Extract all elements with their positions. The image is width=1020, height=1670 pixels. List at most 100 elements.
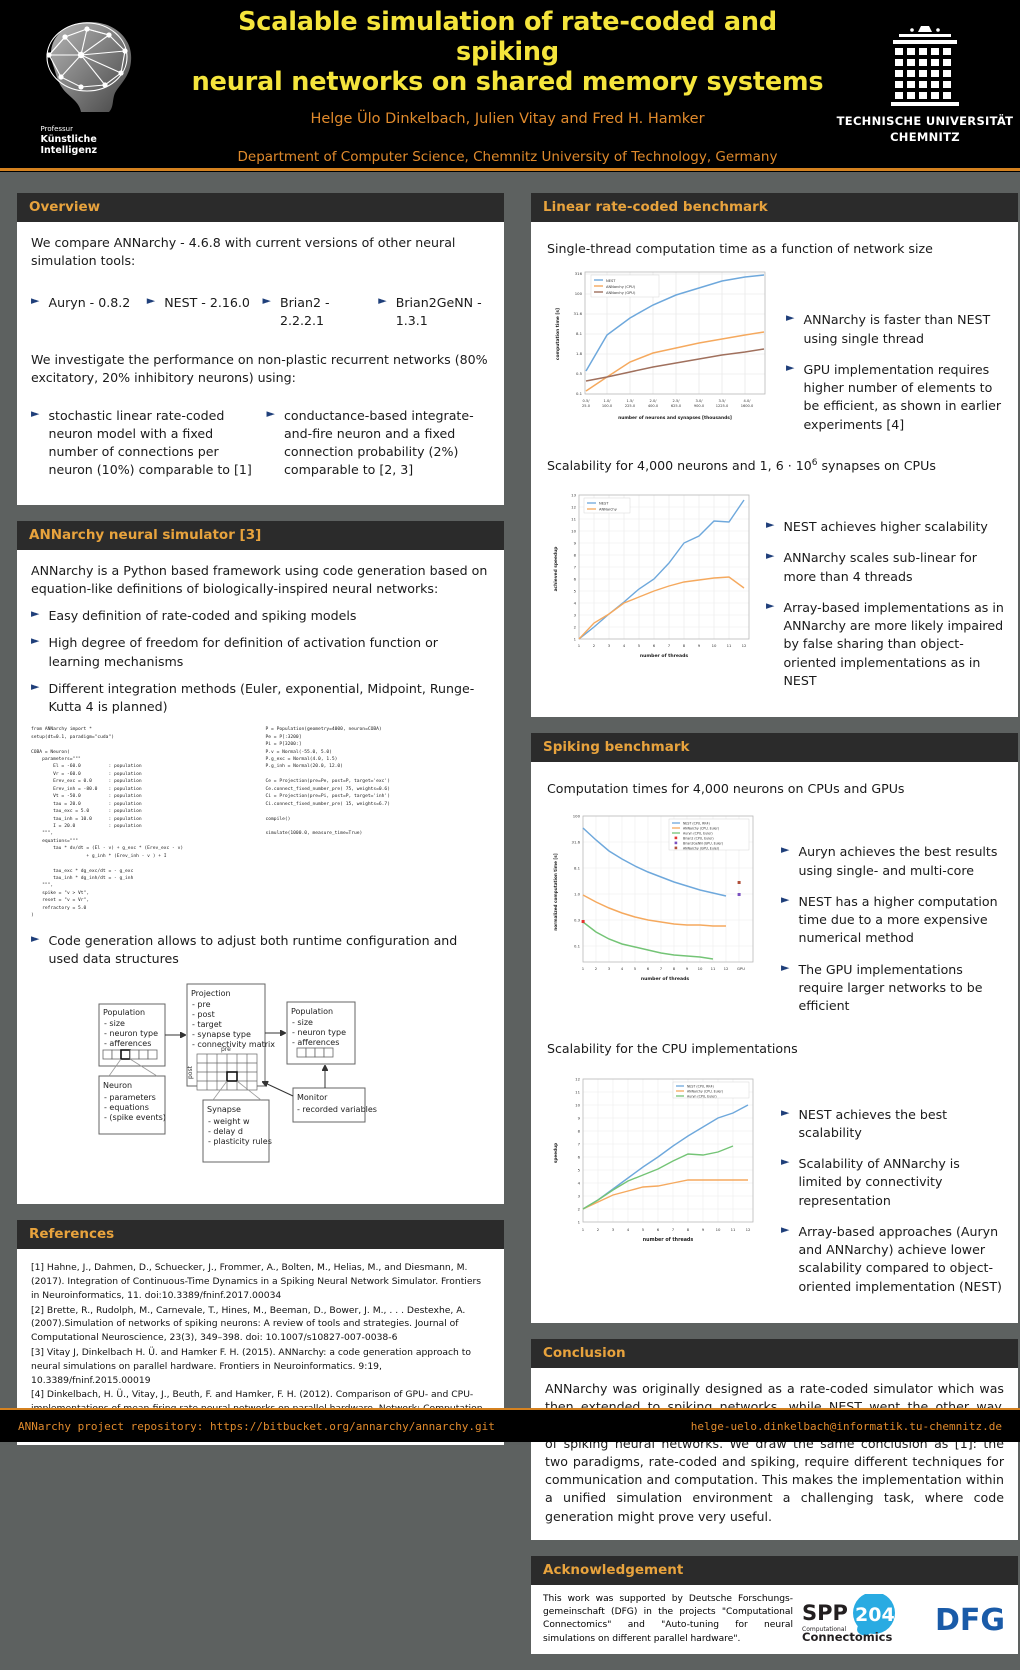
tool-item: ► Auryn - 0.8.2 <box>31 294 143 331</box>
bullet-triangle-icon: ► <box>31 607 40 620</box>
note-label: Array-based implementations as in ANNarc… <box>783 599 1004 688</box>
diagram-neuron-title: Neuron <box>103 1081 132 1090</box>
note-label: Scalability of ANNarchy is limited by co… <box>798 1156 960 1208</box>
svg-text:- plasticity rules: - plasticity rules <box>208 1137 272 1146</box>
svg-text:NEST: NEST <box>599 502 609 506</box>
feature-list: ► Easy definition of rate-coded and spik… <box>31 607 490 716</box>
svg-text:number of threads: number of threads <box>643 1237 694 1243</box>
bullet-triangle-icon: ► <box>766 518 775 532</box>
conclusion-title: Conclusion <box>531 1338 1018 1368</box>
bullet-triangle-icon: ► <box>31 634 40 648</box>
svg-text:- synapse type: - synapse type <box>192 1030 251 1039</box>
svg-text:1.5/: 1.5/ <box>627 399 635 403</box>
svg-text:- neuron type: - neuron type <box>104 1029 158 1038</box>
svg-text:0.1: 0.1 <box>574 944 581 949</box>
bullet-triangle-icon: ► <box>266 406 275 420</box>
repository-url[interactable]: ANNarchy project repository: https://bit… <box>18 1420 495 1433</box>
svg-text:GPU: GPU <box>737 966 745 971</box>
svg-text:3.0/: 3.0/ <box>696 399 704 403</box>
note-label: NEST has a higher computation time due t… <box>798 893 998 946</box>
code-column-right: P = Population(geometry=4000, neuron=COB… <box>265 727 390 837</box>
bullet-triangle-icon: ► <box>766 549 775 563</box>
svg-text:225.0: 225.0 <box>625 404 636 408</box>
references-title: References <box>17 1220 504 1250</box>
svg-text:625.0: 625.0 <box>671 404 682 408</box>
tool-list: ► Auryn - 0.8.2 ► NEST - 2.16.0 ► Brian2… <box>31 285 490 340</box>
svg-text:11: 11 <box>571 517 576 522</box>
ki-logo-caption: Professur Künstliche Intelligenz <box>41 125 145 158</box>
svg-text:10: 10 <box>712 643 717 648</box>
spiking-caption-1: Computation times for 4,000 neurons on C… <box>547 781 905 797</box>
svg-text:316: 316 <box>575 271 583 276</box>
svg-text:1.8: 1.8 <box>576 351 583 356</box>
note-item: ► NEST achieves the best scalability <box>781 1106 1004 1143</box>
linear-caption-2: Scalability for 4,000 neurons and 1, 6 ·… <box>547 457 1004 475</box>
reference-entry: [2] Brette, R., Rudolph, M., Carnevale, … <box>31 1304 466 1344</box>
svg-text:number of threads: number of threads <box>640 653 689 659</box>
page-title: Scalable simulation of rate-coded and sp… <box>191 7 824 97</box>
note-label: ANNarchy scales sub-linear for more than… <box>783 550 977 584</box>
svg-text:- afferences: - afferences <box>104 1039 151 1048</box>
svg-text:31.6: 31.6 <box>572 840 581 845</box>
linear-caption-2-pre: Scalability for 4,000 neurons and 1, 6 ·… <box>547 457 812 473</box>
spp-logo-sub2: Connectomics <box>802 1630 892 1644</box>
spp-2041-logo: SPP 2041 Computational Connectomics <box>802 1594 908 1644</box>
spp-logo-number: 2041 <box>855 1604 908 1626</box>
svg-text:1600.0: 1600.0 <box>741 404 754 408</box>
svg-text:12: 12 <box>571 505 576 510</box>
svg-text:- (spike events): - (spike events) <box>104 1113 166 1122</box>
overview-block: Overview We compare ANNarchy - 4.6.8 wit… <box>17 193 504 505</box>
contact-email[interactable]: helge-uelo.dinkelbach@informatik.tu-chem… <box>691 1420 1002 1433</box>
acknowledgement-text: This work was supported by Deutsche Fors… <box>543 1593 793 1644</box>
author-list: Helge Ülo Dinkelbach, Julien Vitay and F… <box>310 111 705 128</box>
linear-notes-1: ► ANNarchy is faster than NEST using sin… <box>786 264 1004 447</box>
svg-text:13: 13 <box>571 493 576 498</box>
overview-investigate: We investigate the performance on non-pl… <box>31 352 488 386</box>
svg-text:- parameters: - parameters <box>104 1093 156 1102</box>
svg-text:NEST (CPU, RK4): NEST (CPU, RK4) <box>687 1084 714 1088</box>
note-item: ► NEST achieves higher scalability <box>766 518 1004 536</box>
note-item: ► ANNarchy scales sub-linear for more th… <box>766 549 1004 586</box>
note-item: ► Array-based approaches (Auryn and ANNa… <box>781 1223 1004 1296</box>
svg-text:- post: - post <box>192 1010 215 1019</box>
building-icon <box>891 26 959 107</box>
spiking-benchmark-title: Spiking benchmark <box>531 733 1018 763</box>
note-item: ► Scalability of ANNarchy is limited by … <box>781 1155 1004 1210</box>
note-label: The GPU implementations require larger n… <box>798 961 983 1014</box>
reference-entry: [1] Hahne, J., Dahmen, D., Schuecker, J.… <box>31 1262 482 1301</box>
svg-text:- pre: - pre <box>192 1000 211 1009</box>
poster-header: Professur Künstliche Intelligenz Scalabl… <box>0 0 1020 172</box>
bullet-triangle-icon: ► <box>766 598 775 612</box>
reference-entry: [3] Vitay J, Dinkelbach H. Ü. and Hamker… <box>31 1346 471 1386</box>
svg-text:400.0: 400.0 <box>648 404 659 408</box>
svg-text:0.1: 0.1 <box>576 391 583 396</box>
chart-rate-speedup: NEST ANNarchy 131211 1098 765 432 1 <box>545 481 760 668</box>
linear-benchmark-body: Single-thread computation time as a func… <box>531 222 1018 717</box>
conclusion-text: ANNarchy was originally designed as a ra… <box>545 1380 1004 1524</box>
tu-logo-text: TECHNISCHE UNIVERSITÄT CHEMNITZ <box>837 114 1014 145</box>
svg-text:900.0: 900.0 <box>694 404 705 408</box>
svg-text:normalized computation time [s: normalized computation time [s] <box>553 854 558 932</box>
note-label: GPU implementation requires higher numbe… <box>803 361 1002 432</box>
note-label: NEST achieves the best scalability <box>798 1106 948 1140</box>
tool-label: Brian2GeNN - 1.3.1 <box>395 294 482 328</box>
svg-text:12: 12 <box>746 1227 751 1232</box>
svg-text:11: 11 <box>727 643 732 648</box>
tool-label: Auryn - 0.8.2 <box>48 294 131 310</box>
note-label: Array-based approaches (Auryn and ANNarc… <box>798 1223 1002 1294</box>
note-item: ► The GPU implementations require larger… <box>781 961 1004 1016</box>
diagram-monitor-title: Monitor <box>297 1093 328 1102</box>
feature-item: ► High degree of freedom for definition … <box>31 634 490 671</box>
svg-text:ANNarchy (CPU, Euler): ANNarchy (CPU, Euler) <box>687 1089 723 1093</box>
ki-logo-bold: Künstliche Intelligenz <box>40 133 98 157</box>
linear-chart-row-2: NEST ANNarchy 131211 1098 765 432 1 <box>545 481 1004 703</box>
diagram-population-left-title: Population <box>103 1008 145 1017</box>
dfg-logo-text: DFG <box>935 1603 1005 1638</box>
acknowledgement-body: This work was supported by Deutsche Fors… <box>531 1585 1018 1654</box>
svg-text:31.6: 31.6 <box>574 311 583 316</box>
overview-intro: We compare ANNarchy - 4.6.8 with current… <box>31 235 456 269</box>
svg-text:ANNarchy: ANNarchy <box>599 508 618 512</box>
svg-text:- afferences: - afferences <box>292 1038 339 1047</box>
codegen-label: Code generation allows to adjust both ru… <box>48 932 458 966</box>
linear-benchmark-block: Linear rate-coded benchmark Single-threa… <box>531 193 1018 718</box>
